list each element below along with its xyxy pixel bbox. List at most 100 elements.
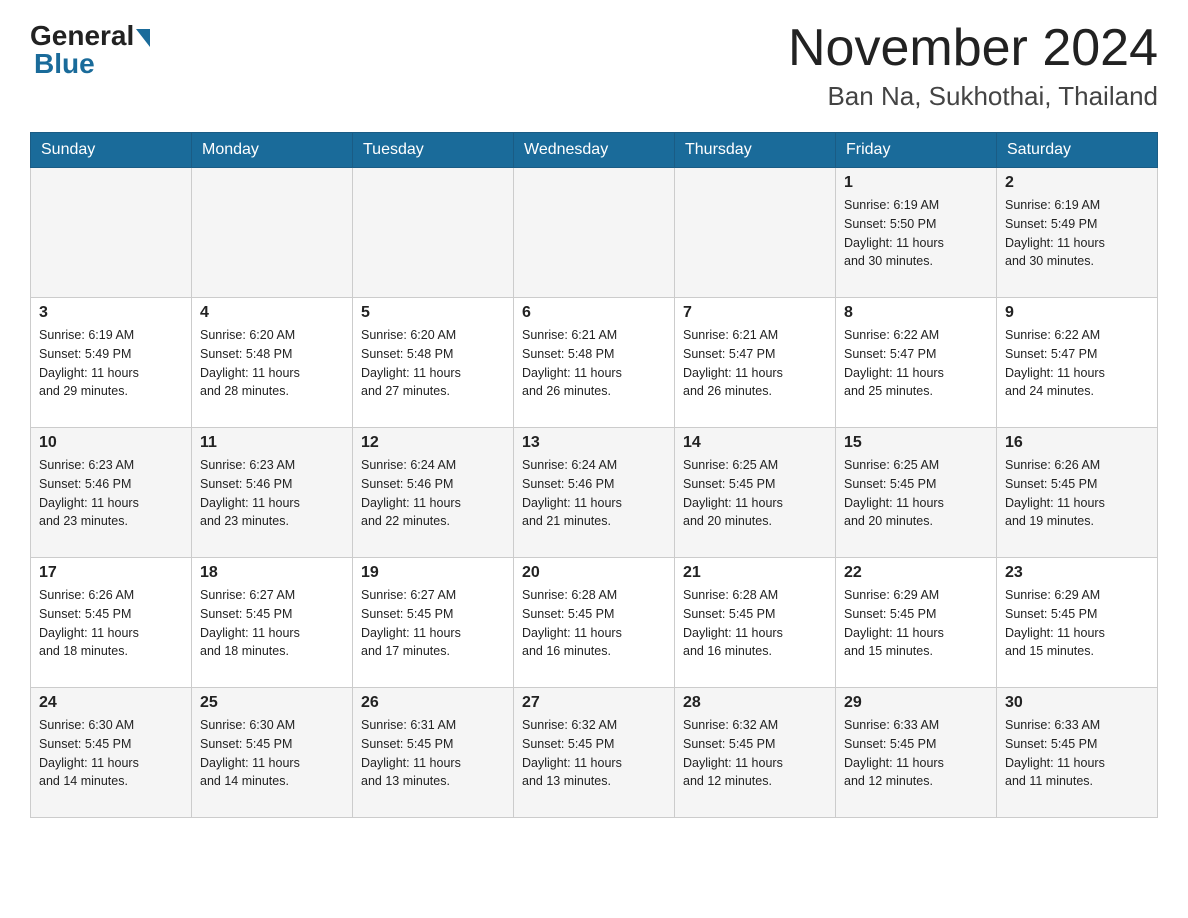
day-info: Sunrise: 6:32 AM Sunset: 5:45 PM Dayligh… xyxy=(683,716,827,791)
day-info: Sunrise: 6:23 AM Sunset: 5:46 PM Dayligh… xyxy=(200,456,344,531)
day-number: 18 xyxy=(200,564,344,582)
day-number: 17 xyxy=(39,564,183,582)
day-info: Sunrise: 6:26 AM Sunset: 5:45 PM Dayligh… xyxy=(39,586,183,661)
day-info: Sunrise: 6:27 AM Sunset: 5:45 PM Dayligh… xyxy=(200,586,344,661)
day-info: Sunrise: 6:24 AM Sunset: 5:46 PM Dayligh… xyxy=(522,456,666,531)
day-number: 30 xyxy=(1005,694,1149,712)
calendar-cell: 22 Sunrise: 6:29 AM Sunset: 5:45 PM Dayli… xyxy=(836,558,997,688)
day-info: Sunrise: 6:30 AM Sunset: 5:45 PM Dayligh… xyxy=(39,716,183,791)
day-number: 21 xyxy=(683,564,827,582)
calendar-cell: 6 Sunrise: 6:21 AM Sunset: 5:48 PM Daylig… xyxy=(514,298,675,428)
day-info: Sunrise: 6:28 AM Sunset: 5:45 PM Dayligh… xyxy=(522,586,666,661)
day-info: Sunrise: 6:20 AM Sunset: 5:48 PM Dayligh… xyxy=(200,326,344,401)
day-number: 26 xyxy=(361,694,505,712)
calendar-cell: 13 Sunrise: 6:24 AM Sunset: 5:46 PM Dayli… xyxy=(514,428,675,558)
calendar-cell: 14Sunrise: 6:25 AM Sunset: 5:45 PM Dayli… xyxy=(675,428,836,558)
day-number: 12 xyxy=(361,434,505,452)
calendar-cell: 7 Sunrise: 6:21 AM Sunset: 5:47 PM Daylig… xyxy=(675,298,836,428)
day-info: Sunrise: 6:29 AM Sunset: 5:45 PM Dayligh… xyxy=(844,586,988,661)
calendar-cell: 17 Sunrise: 6:26 AM Sunset: 5:45 PM Dayli… xyxy=(31,558,192,688)
calendar-cell: 8 Sunrise: 6:22 AM Sunset: 5:47 PM Daylig… xyxy=(836,298,997,428)
calendar-week-row: 3 Sunrise: 6:19 AM Sunset: 5:49 PM Daylig… xyxy=(31,298,1158,428)
calendar-week-row: 17 Sunrise: 6:26 AM Sunset: 5:45 PM Dayli… xyxy=(31,558,1158,688)
day-info: Sunrise: 6:19 AM Sunset: 5:50 PM Dayligh… xyxy=(844,196,988,271)
day-number: 6 xyxy=(522,304,666,322)
calendar-cell: 3 Sunrise: 6:19 AM Sunset: 5:49 PM Daylig… xyxy=(31,298,192,428)
calendar-cell: 25 Sunrise: 6:30 AM Sunset: 5:45 PM Dayli… xyxy=(192,688,353,818)
calendar-cell: 26Sunrise: 6:31 AM Sunset: 5:45 PM Dayli… xyxy=(353,688,514,818)
day-of-week-header: Thursday xyxy=(675,133,836,168)
calendar-cell: 9 Sunrise: 6:22 AM Sunset: 5:47 PM Daylig… xyxy=(997,298,1158,428)
day-number: 8 xyxy=(844,304,988,322)
day-number: 24 xyxy=(39,694,183,712)
day-of-week-header: Saturday xyxy=(997,133,1158,168)
calendar-cell: 30 Sunrise: 6:33 AM Sunset: 5:45 PM Dayli… xyxy=(997,688,1158,818)
day-of-week-header: Wednesday xyxy=(514,133,675,168)
logo: General Blue xyxy=(30,20,150,80)
day-number: 13 xyxy=(522,434,666,452)
calendar-cell: 29 Sunrise: 6:33 AM Sunset: 5:45 PM Dayli… xyxy=(836,688,997,818)
day-number: 4 xyxy=(200,304,344,322)
day-info: Sunrise: 6:25 AM Sunset: 5:45 PM Dayligh… xyxy=(844,456,988,531)
page-header: General Blue November 2024 Ban Na, Sukho… xyxy=(30,20,1158,112)
day-info: Sunrise: 6:20 AM Sunset: 5:48 PM Dayligh… xyxy=(361,326,505,401)
calendar-cell: 28 Sunrise: 6:32 AM Sunset: 5:45 PM Dayli… xyxy=(675,688,836,818)
day-number: 16 xyxy=(1005,434,1149,452)
calendar-cell: 12 Sunrise: 6:24 AM Sunset: 5:46 PM Dayli… xyxy=(353,428,514,558)
day-info: Sunrise: 6:28 AM Sunset: 5:45 PM Dayligh… xyxy=(683,586,827,661)
day-info: Sunrise: 6:30 AM Sunset: 5:45 PM Dayligh… xyxy=(200,716,344,791)
calendar-cell xyxy=(192,168,353,298)
day-info: Sunrise: 6:33 AM Sunset: 5:45 PM Dayligh… xyxy=(1005,716,1149,791)
calendar-cell xyxy=(514,168,675,298)
title-block: November 2024 Ban Na, Sukhothai, Thailan… xyxy=(788,20,1158,112)
day-number: 3 xyxy=(39,304,183,322)
calendar-cell: 2Sunrise: 6:19 AM Sunset: 5:49 PM Daylig… xyxy=(997,168,1158,298)
day-number: 27 xyxy=(522,694,666,712)
calendar-header-row: SundayMondayTuesdayWednesdayThursdayFrid… xyxy=(31,133,1158,168)
calendar-cell xyxy=(675,168,836,298)
day-number: 2 xyxy=(1005,174,1149,192)
calendar-week-row: 24 Sunrise: 6:30 AM Sunset: 5:45 PM Dayli… xyxy=(31,688,1158,818)
calendar-table: SundayMondayTuesdayWednesdayThursdayFrid… xyxy=(30,132,1158,818)
calendar-cell: 24 Sunrise: 6:30 AM Sunset: 5:45 PM Dayli… xyxy=(31,688,192,818)
day-number: 28 xyxy=(683,694,827,712)
day-number: 22 xyxy=(844,564,988,582)
day-number: 9 xyxy=(1005,304,1149,322)
calendar-cell: 19 Sunrise: 6:27 AM Sunset: 5:45 PM Dayli… xyxy=(353,558,514,688)
calendar-cell: 23 Sunrise: 6:29 AM Sunset: 5:45 PM Dayli… xyxy=(997,558,1158,688)
calendar-cell: 21 Sunrise: 6:28 AM Sunset: 5:45 PM Dayli… xyxy=(675,558,836,688)
day-info: Sunrise: 6:29 AM Sunset: 5:45 PM Dayligh… xyxy=(1005,586,1149,661)
calendar-cell: 10Sunrise: 6:23 AM Sunset: 5:46 PM Dayli… xyxy=(31,428,192,558)
day-number: 19 xyxy=(361,564,505,582)
day-number: 29 xyxy=(844,694,988,712)
calendar-cell: 5 Sunrise: 6:20 AM Sunset: 5:48 PM Daylig… xyxy=(353,298,514,428)
day-info: Sunrise: 6:26 AM Sunset: 5:45 PM Dayligh… xyxy=(1005,456,1149,531)
day-number: 20 xyxy=(522,564,666,582)
day-of-week-header: Monday xyxy=(192,133,353,168)
day-of-week-header: Sunday xyxy=(31,133,192,168)
logo-arrow-icon xyxy=(136,29,150,47)
day-number: 15 xyxy=(844,434,988,452)
day-info: Sunrise: 6:21 AM Sunset: 5:48 PM Dayligh… xyxy=(522,326,666,401)
day-info: Sunrise: 6:24 AM Sunset: 5:46 PM Dayligh… xyxy=(361,456,505,531)
day-info: Sunrise: 6:27 AM Sunset: 5:45 PM Dayligh… xyxy=(361,586,505,661)
calendar-cell xyxy=(31,168,192,298)
day-number: 14 xyxy=(683,434,827,452)
calendar-cell: 15 Sunrise: 6:25 AM Sunset: 5:45 PM Dayli… xyxy=(836,428,997,558)
calendar-cell: 16 Sunrise: 6:26 AM Sunset: 5:45 PM Dayli… xyxy=(997,428,1158,558)
day-number: 5 xyxy=(361,304,505,322)
day-number: 7 xyxy=(683,304,827,322)
day-info: Sunrise: 6:21 AM Sunset: 5:47 PM Dayligh… xyxy=(683,326,827,401)
day-info: Sunrise: 6:22 AM Sunset: 5:47 PM Dayligh… xyxy=(844,326,988,401)
day-info: Sunrise: 6:19 AM Sunset: 5:49 PM Dayligh… xyxy=(39,326,183,401)
day-number: 1 xyxy=(844,174,988,192)
calendar-cell: 20 Sunrise: 6:28 AM Sunset: 5:45 PM Dayli… xyxy=(514,558,675,688)
day-info: Sunrise: 6:33 AM Sunset: 5:45 PM Dayligh… xyxy=(844,716,988,791)
day-number: 23 xyxy=(1005,564,1149,582)
day-info: Sunrise: 6:23 AM Sunset: 5:46 PM Dayligh… xyxy=(39,456,183,531)
day-number: 25 xyxy=(200,694,344,712)
calendar-cell: 4 Sunrise: 6:20 AM Sunset: 5:48 PM Daylig… xyxy=(192,298,353,428)
day-info: Sunrise: 6:22 AM Sunset: 5:47 PM Dayligh… xyxy=(1005,326,1149,401)
calendar-week-row: 1 Sunrise: 6:19 AM Sunset: 5:50 PM Daylig… xyxy=(31,168,1158,298)
calendar-cell: 1 Sunrise: 6:19 AM Sunset: 5:50 PM Daylig… xyxy=(836,168,997,298)
